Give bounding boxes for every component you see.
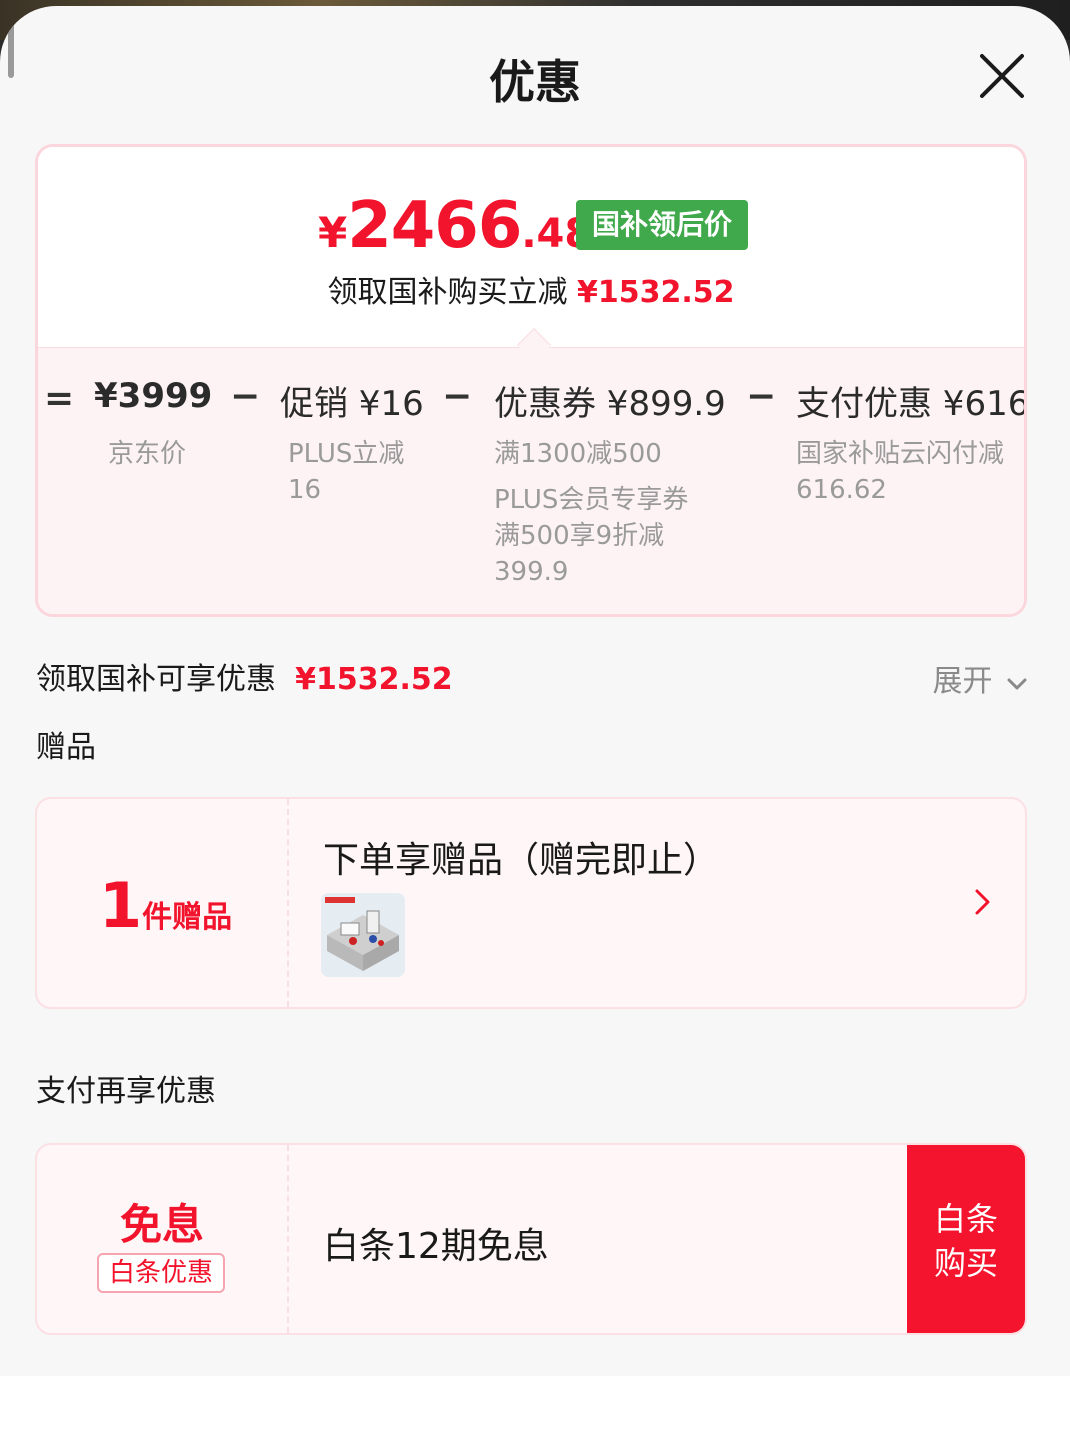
expand-label: 展开: [932, 664, 993, 699]
gift-count-area: 1件赠品: [37, 799, 289, 1007]
price-integer: 2466: [347, 189, 522, 263]
pay-section-label: 支付再享优惠: [36, 1074, 216, 1109]
desc-line: 国家补贴云闪付减: [796, 439, 1005, 469]
price-breakdown-card: ¥2466.48 国补领后价 领取国补购买立减 ¥1532.52 = ¥3999…: [35, 144, 1027, 617]
gift-image: [321, 893, 405, 977]
formula-op: −: [442, 376, 473, 417]
desc-line: PLUS会员专享券: [494, 485, 689, 515]
close-icon: [980, 54, 1024, 98]
interest-free-area: 免息 白条优惠: [37, 1145, 289, 1333]
promo-sheet: 优惠 ¥2466.48 国补领后价 领取国补购买立减 ¥1532.52 = ¥3…: [0, 6, 1070, 1444]
price-formula: = ¥3999 京东价 − 促销 ¥16 PLUS立减 16 − 优惠券 ¥89…: [38, 347, 1027, 614]
expand-button[interactable]: 展开: [932, 656, 1028, 700]
formula-desc-promo: PLUS立减 16: [288, 436, 404, 508]
formula-title-payment: 支付优惠 ¥616.: [796, 384, 1027, 424]
close-button[interactable]: [976, 50, 1028, 102]
formula-value: ¥3999: [94, 376, 213, 416]
formula-desc-coupon: 满1300减500 PLUS会员专享券 满500享9折减 399.9: [494, 436, 688, 590]
gift-thumbnail[interactable]: [321, 893, 405, 977]
subtitle-text: 领取国补购买立减: [327, 275, 568, 310]
sheet-title: 优惠: [489, 55, 581, 109]
formula-title-jd-price: ¥3999: [94, 376, 212, 416]
gift-count-number: 1: [99, 869, 143, 942]
subsidy-discount-row: 领取国补可享优惠 ¥1532.52 展开: [36, 654, 1028, 700]
final-price: ¥2466.48: [318, 189, 592, 263]
chevron-right-icon: [975, 889, 990, 915]
formula-title-coupon: 优惠券 ¥899.9: [494, 384, 726, 424]
baitiao-offer-card: 免息 白条优惠 白条12期免息 白条 购买: [35, 1143, 1027, 1335]
desc-line: 满500享9折减: [494, 521, 665, 551]
formula-desc-payment: 国家补贴云闪付减 616.62: [796, 436, 1004, 508]
desc-line: 399.9: [494, 557, 569, 587]
formula-title-promo: 促销 ¥16: [280, 384, 424, 424]
desc-line: 616.62: [796, 475, 887, 505]
desc-line: 16: [288, 475, 322, 505]
subtitle-amount: ¥1532.52: [577, 275, 735, 310]
gift-title: 下单享赠品（赠完即止）: [323, 840, 720, 881]
subsidy-price-badge: 国补领后价: [576, 200, 748, 250]
buy-button-line: 购买: [933, 1244, 998, 1282]
price-currency: ¥: [318, 208, 348, 257]
desc-line: 满1300减500: [494, 439, 662, 469]
desc-line: PLUS立减: [288, 439, 405, 469]
discount-label: 领取国补可享优惠: [36, 662, 276, 697]
installment-title: 白条12期免息: [323, 1226, 549, 1267]
gift-count: 1件赠品: [99, 869, 232, 942]
buy-button-line: 白条: [933, 1200, 998, 1238]
formula-op: −: [746, 376, 777, 417]
formula-op: =: [44, 378, 75, 419]
final-price-area: ¥2466.48 国补领后价 领取国补购买立减 ¥1532.52: [38, 147, 1024, 347]
discount-amount: ¥1532.52: [295, 662, 453, 697]
gifts-section-label: 赠品: [36, 730, 96, 765]
formula-op: −: [230, 376, 261, 417]
gift-card[interactable]: 1件赠品 下单享赠品（赠完即止）: [35, 797, 1027, 1009]
gift-count-unit: 件赠品: [142, 900, 233, 935]
interest-free-label: 免息: [119, 1200, 204, 1249]
baitiao-tag: 白条优惠: [97, 1253, 225, 1293]
next-section: [0, 1376, 1070, 1444]
formula-desc-jd-price: 京东价: [108, 439, 187, 469]
chevron-down-icon: [1007, 678, 1027, 690]
price-subtitle: 领取国补购买立减 ¥1532.52: [38, 267, 1024, 311]
baitiao-buy-button[interactable]: 白条 购买: [907, 1145, 1025, 1333]
